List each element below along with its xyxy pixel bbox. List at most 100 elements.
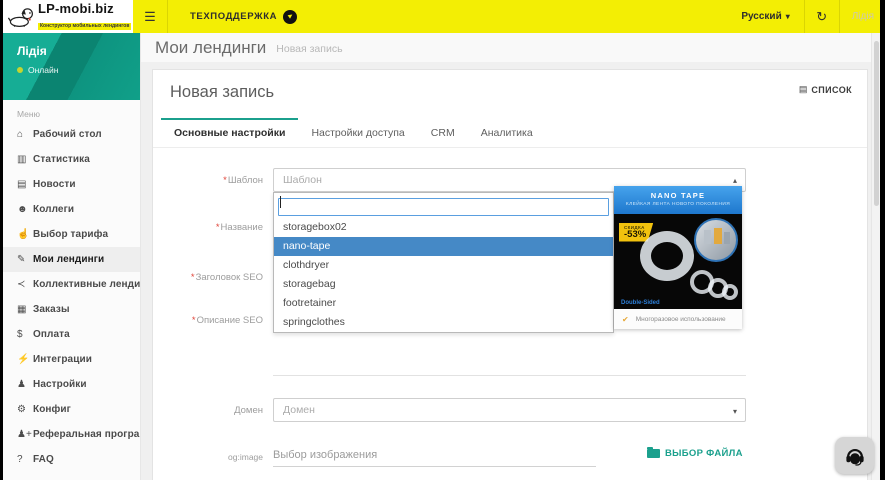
sidebar-menu-label: Меню [17, 109, 40, 119]
seo-title-field-label: *Заголовок SEO [190, 272, 263, 283]
preview-subtitle: КЛЕЙКАЯ ЛЕНТА НОВОГО ПОКОЛЕНИЯ [625, 202, 731, 207]
refresh-icon[interactable]: ↻ [805, 0, 839, 33]
sidebar-item-label: Новости [33, 179, 76, 190]
ogimage-input[interactable]: Выбор изображения [273, 444, 596, 467]
sidebar-item-collective-landings[interactable]: ≺ Коллективные лендинги [3, 272, 140, 297]
dropdown-search-input[interactable] [278, 197, 609, 216]
sidebar-item-integrations[interactable]: ⚡ Интеграции [3, 347, 140, 372]
dollar-icon: $ [17, 329, 23, 340]
telegram-icon: ► [283, 9, 298, 24]
question-icon: ? [17, 454, 23, 465]
preview-feature-row: ✔ Многоразовое использование [614, 309, 742, 329]
topbar-username[interactable]: Лідія [840, 11, 880, 22]
logo-title: LP-mobi.biz [38, 1, 114, 16]
preview-caption: Double-Sided [621, 300, 660, 306]
sidebar-user-name: Лідія [17, 44, 47, 58]
app-frame: LP-mobi.biz Конструктор мобильных лендин… [3, 0, 880, 480]
tape-roll-image [640, 231, 694, 281]
tab-crm[interactable]: CRM [418, 118, 468, 147]
preview-inset-photo [694, 218, 738, 262]
dropdown-option[interactable]: footretainer [274, 294, 613, 313]
plug-icon: ⚡ [17, 354, 30, 365]
preview-header: NANO TAPE КЛЕЙКАЯ ЛЕНТА НОВОГО ПОКОЛЕНИЯ [614, 186, 742, 214]
sidebar-item-label: Статистика [33, 154, 90, 165]
sidebar-item-label: Рабочий стол [33, 129, 102, 140]
required-mark: * [191, 315, 196, 326]
sidebar-item-label: Коллеги [33, 204, 75, 215]
sidebar-item-news[interactable]: ▤ Новости [3, 172, 140, 197]
hamburger-menu-icon[interactable]: ☰ [133, 9, 167, 25]
tab-access-settings[interactable]: Настройки доступа [298, 118, 417, 147]
support-chat-button[interactable] [835, 437, 874, 474]
dropdown-option[interactable]: storagebox02 [274, 218, 613, 237]
tab-main-settings[interactable]: Основные настройки [161, 118, 299, 147]
sidebar-item-referral[interactable]: ♟+Реферальная программа [3, 422, 140, 447]
sidebar-item-desktop[interactable]: ⌂ Рабочий стол [3, 122, 140, 147]
page-title: Мои лендинги [155, 37, 267, 57]
person-icon: ♟ [17, 379, 26, 390]
users-icon: ☻ [17, 204, 28, 215]
discount-value: -53% [624, 229, 647, 240]
dog-logo-icon [8, 7, 33, 27]
breadcrumb-current: Новая запись [276, 43, 343, 55]
chevron-down-icon: ▾ [732, 407, 737, 416]
user-plus-icon: ♟+ [17, 429, 32, 440]
domain-select[interactable]: Домен ▾ [273, 398, 746, 422]
main-scrollbar[interactable] [871, 33, 880, 480]
main-content: Мои лендинги Новая запись Новая запись ▤… [140, 33, 880, 480]
tech-support-button[interactable]: ТЕХПОДДЕРЖКА ► [168, 0, 315, 33]
list-button-label: СПИСОК [811, 84, 852, 95]
required-mark: * [215, 222, 220, 233]
sidebar-item-label: Оплата [33, 329, 70, 340]
seo-description-input-underline[interactable] [273, 375, 746, 376]
dropdown-option[interactable]: springclothes [274, 313, 613, 332]
sidebar-menu: ⌂ Рабочий стол ▥ Статистика ▤ Новости ☻ Коллеги… [3, 122, 140, 472]
sidebar-item-colleagues[interactable]: ☻ Коллеги [3, 197, 140, 222]
required-mark: * [190, 272, 195, 283]
news-icon: ▤ [17, 179, 27, 190]
share-icon: ≺ [17, 279, 26, 290]
dropdown-option[interactable]: clothdryer [274, 256, 613, 275]
preview-feature-text: Многоразовое использование [635, 315, 726, 323]
text-cursor [280, 196, 281, 208]
scrollbar-thumb[interactable] [874, 41, 879, 206]
sidebar-item-orders[interactable]: ▦ Заказы [3, 297, 140, 322]
sidebar-item-label: Настройки [33, 379, 87, 390]
dropdown-options-list: storagebox02 nano-tape clothdryer storageba… [274, 218, 613, 332]
tape-ring-image [722, 284, 738, 300]
breadcrumb: Мои лендинги Новая запись [140, 33, 880, 62]
bar-chart-icon: ▥ [17, 154, 27, 165]
ogimage-field-label: og:image [228, 452, 263, 462]
dropdown-search-wrap [274, 193, 613, 218]
sidebar-item-statistics[interactable]: ▥ Статистика [3, 147, 140, 172]
dropdown-option[interactable]: storagebag [274, 275, 613, 294]
sidebar-item-label: Интеграции [33, 354, 92, 365]
list-button[interactable]: ▤ СПИСОК [799, 84, 852, 95]
preview-title: NANO TAPE [650, 191, 706, 200]
dropdown-option[interactable]: nano-tape [274, 236, 613, 256]
sidebar-item-label: Коллективные лендинги [33, 279, 140, 290]
language-selector[interactable]: Русский ▾ [727, 0, 803, 33]
sidebar-item-label: Мои лендинги [33, 254, 105, 265]
panel-title: Новая запись [170, 83, 275, 101]
template-field-label: *Шаблон [223, 175, 263, 186]
sidebar-item-payment[interactable]: $ Оплата [3, 322, 140, 347]
seo-description-field-label: *Описание SEO [191, 315, 263, 326]
list-icon: ▤ [798, 84, 808, 94]
tab-bar: Основные настройки Настройки доступа CRM Ан… [153, 118, 867, 148]
sidebar-item-label: Заказы [33, 304, 70, 315]
sidebar-item-tariff[interactable]: ☝ Выбор тарифа [3, 222, 140, 247]
choose-file-button[interactable]: ВЫБОР ФАЙЛА [647, 447, 743, 459]
sidebar-status-label: Онлайн [28, 65, 59, 75]
tab-analytics[interactable]: Аналитика [468, 118, 546, 147]
sidebar-item-config[interactable]: ⚙ Конфиг [3, 397, 140, 422]
sidebar-item-my-landings[interactable]: ✎ Мои лендинги [3, 247, 140, 272]
name-field-label: *Название [215, 222, 263, 233]
choose-file-label: ВЫБОР ФАЙЛА [665, 448, 743, 459]
template-preview-image: NANO TAPE КЛЕЙКАЯ ЛЕНТА НОВОГО ПОКОЛЕНИЯ… [614, 186, 742, 329]
folder-icon [647, 447, 660, 458]
sidebar-item-settings[interactable]: ♟ Настройки [3, 372, 140, 397]
sidebar-item-faq[interactable]: ? FAQ [3, 447, 140, 472]
logo[interactable]: LP-mobi.biz Конструктор мобильных лендин… [3, 0, 133, 33]
gears-icon: ⚙ [17, 404, 26, 415]
